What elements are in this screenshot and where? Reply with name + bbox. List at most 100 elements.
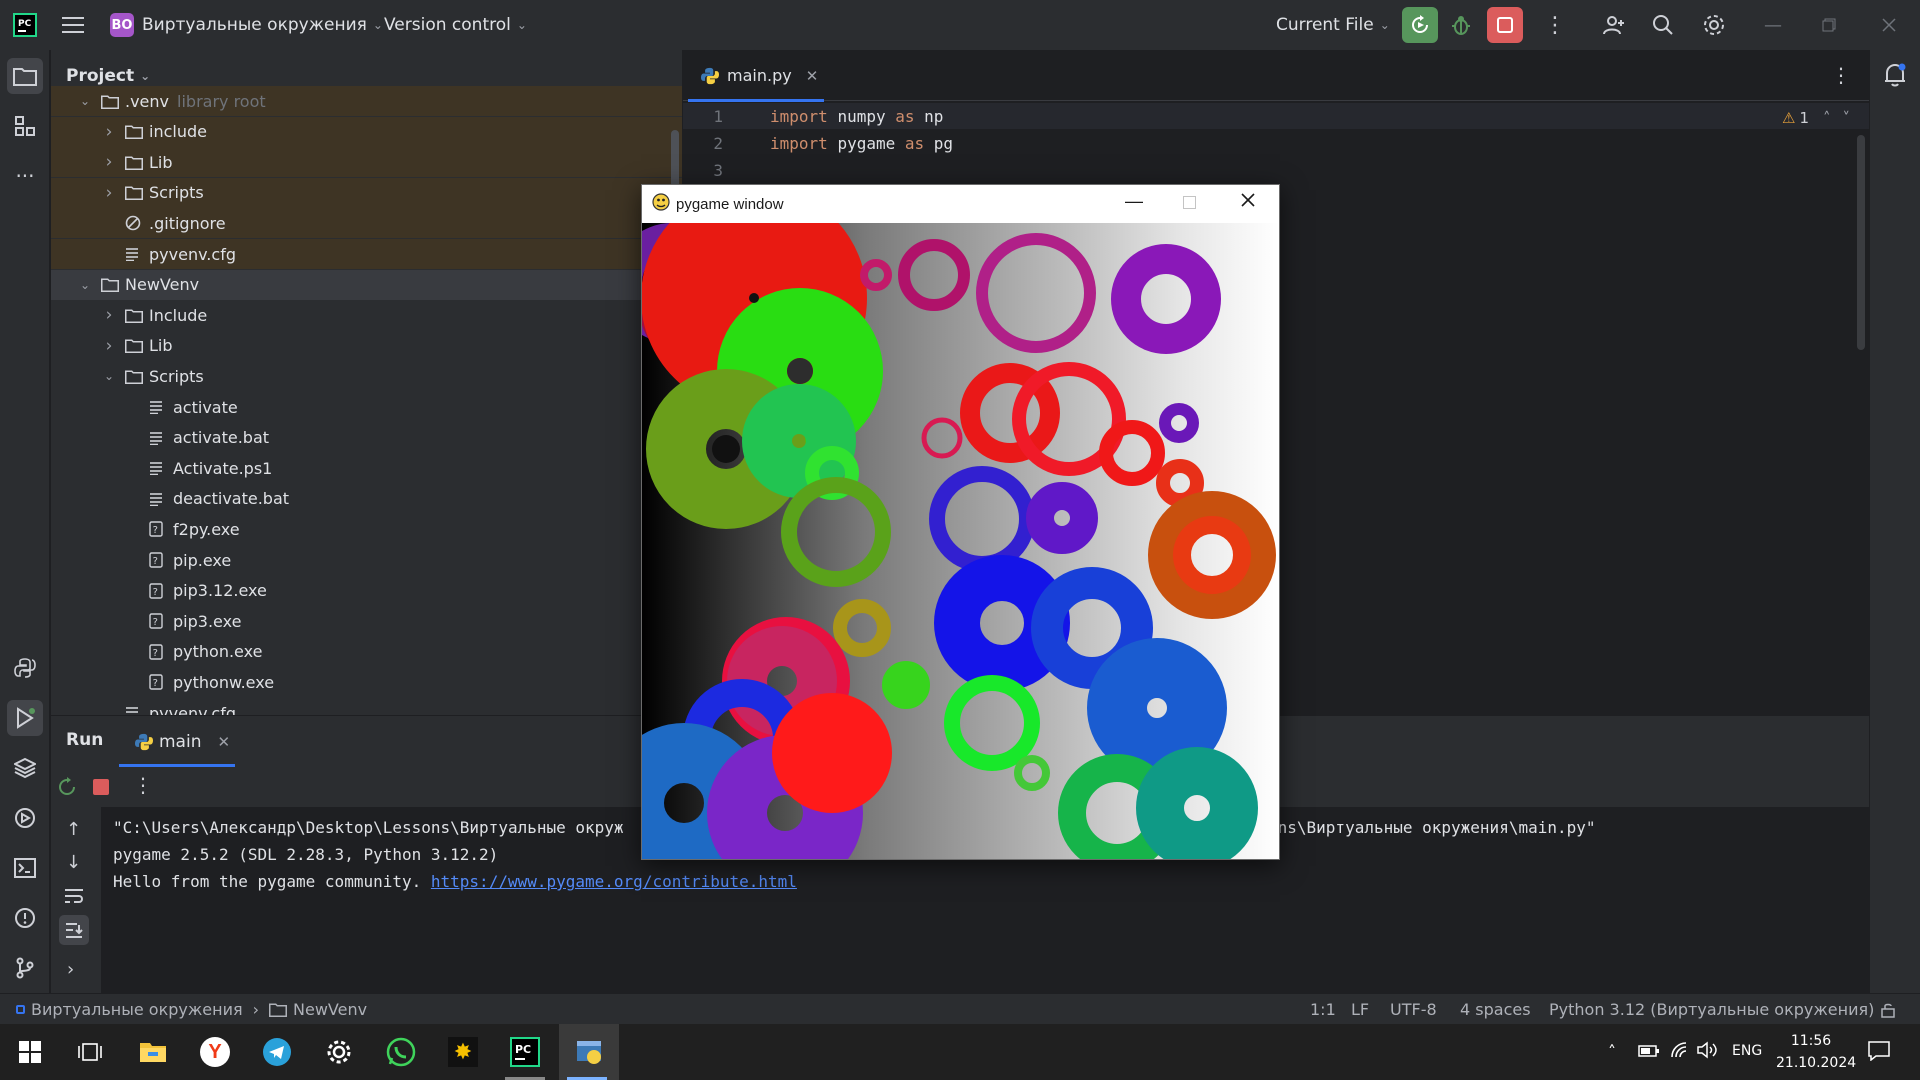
- pygame-canvas[interactable]: [642, 223, 1279, 859]
- git-tool-button[interactable]: [7, 950, 43, 986]
- language-indicator[interactable]: ENG: [1732, 1043, 1762, 1059]
- gear-icon[interactable]: [1702, 0, 1726, 50]
- restore-icon[interactable]: [1822, 0, 1836, 50]
- chevron-up-icon[interactable]: ˄: [1608, 1042, 1616, 1061]
- breadcrumb-folder[interactable]: NewVenv: [293, 1000, 367, 1019]
- chevron-down-icon[interactable]: ˅: [1843, 109, 1851, 127]
- tree-item[interactable]: › Lib: [51, 147, 682, 178]
- tree-item[interactable]: deactivate.bat: [51, 484, 682, 514]
- pygame-window[interactable]: pygame window —: [641, 184, 1280, 860]
- line-separator[interactable]: LF: [1351, 994, 1369, 1025]
- stop-icon[interactable]: [93, 779, 109, 795]
- services-tool-button[interactable]: [7, 800, 43, 836]
- file-encoding[interactable]: UTF-8: [1390, 994, 1437, 1025]
- problems-tool-button[interactable]: [7, 900, 43, 936]
- close-tab-icon[interactable]: ✕: [806, 67, 819, 85]
- indent-setting[interactable]: 4 spaces: [1460, 994, 1531, 1025]
- project-tool-button[interactable]: [7, 58, 43, 94]
- chevron-right-icon[interactable]: ›: [101, 183, 117, 203]
- tree-item[interactable]: › include: [51, 116, 682, 147]
- caret-position[interactable]: 1:1: [1310, 994, 1336, 1025]
- tree-item[interactable]: pyvenv.cfg: [51, 698, 682, 715]
- more-tools-icon[interactable]: ···: [7, 158, 43, 194]
- pycharm-taskbar-icon[interactable]: PC: [497, 1024, 553, 1080]
- app-star-icon[interactable]: ✸: [435, 1024, 491, 1080]
- telegram-icon[interactable]: [249, 1024, 305, 1080]
- speaker-icon[interactable]: [1696, 1041, 1718, 1063]
- close-window-icon[interactable]: [1882, 0, 1896, 50]
- task-view-icon[interactable]: [62, 1024, 118, 1080]
- terminal-tool-button[interactable]: [7, 850, 43, 886]
- clock[interactable]: 11:56 21.10.2024: [1776, 1030, 1856, 1074]
- more-actions-icon[interactable]: ⋮: [133, 773, 153, 797]
- windows-start-icon[interactable]: [2, 1024, 58, 1080]
- tree-item[interactable]: ? pip.exe: [51, 545, 682, 575]
- close-tab-icon[interactable]: ✕: [217, 733, 230, 751]
- project-selector[interactable]: ВО Виртуальные окружения ⌄: [110, 0, 383, 50]
- tree-item[interactable]: activate: [51, 392, 682, 422]
- main-menu-icon[interactable]: [62, 0, 84, 50]
- more-actions-icon[interactable]: ⋮: [1544, 0, 1566, 50]
- run-tool-button[interactable]: [7, 700, 43, 736]
- scroll-to-end-icon[interactable]: [59, 915, 89, 945]
- search-icon[interactable]: [1652, 0, 1674, 50]
- run-tab-main[interactable]: main ✕: [135, 716, 230, 767]
- inspection-widget[interactable]: ⚠ 1 ˄ ˅: [1782, 108, 1850, 128]
- settings-gear-icon[interactable]: [311, 1024, 367, 1080]
- tree-item[interactable]: ? pip3.12.exe: [51, 576, 682, 606]
- whatsapp-icon[interactable]: [373, 1024, 429, 1080]
- code-line-1[interactable]: 1 import numpy as np: [683, 103, 1869, 129]
- arrow-up-icon[interactable]: ↑: [66, 819, 81, 840]
- pygame-window-titlebar[interactable]: pygame window —: [642, 185, 1279, 223]
- tree-item[interactable]: ? pip3.exe: [51, 606, 682, 636]
- pygame-contribute-link[interactable]: https://www.pygame.org/contribute.html: [431, 872, 797, 891]
- chevron-right-icon[interactable]: ›: [67, 959, 74, 980]
- run-config-selector[interactable]: Current File ⌄: [1276, 0, 1390, 50]
- editor-options-icon[interactable]: ⋮: [1831, 63, 1851, 87]
- chevron-down-icon[interactable]: ⌄: [101, 369, 117, 383]
- minimize-icon[interactable]: —: [1125, 191, 1143, 212]
- chevron-down-icon[interactable]: ⌄: [77, 94, 93, 108]
- pycharm-logo-icon[interactable]: PC: [12, 0, 38, 50]
- python-interpreter[interactable]: Python 3.12 (Виртуальные окружения): [1549, 994, 1874, 1025]
- code-line-2[interactable]: 2 import pygame as pg: [683, 130, 1869, 156]
- tree-item[interactable]: › Scripts: [51, 177, 682, 208]
- yandex-browser-icon[interactable]: Y: [187, 1024, 243, 1080]
- tree-item[interactable]: ⌄ .venv library root: [51, 86, 682, 116]
- chevron-right-icon[interactable]: ›: [101, 152, 117, 172]
- structure-tool-button[interactable]: [7, 108, 43, 144]
- rerun-button[interactable]: [1402, 0, 1438, 50]
- tree-item[interactable]: Activate.ps1: [51, 453, 682, 483]
- file-explorer-icon[interactable]: [125, 1024, 181, 1080]
- version-control-menu[interactable]: Version control ⌄: [384, 0, 527, 50]
- tree-item[interactable]: ⌄ Scripts: [51, 361, 682, 391]
- tree-item[interactable]: ? pythonw.exe: [51, 667, 682, 697]
- tree-item[interactable]: › Include: [51, 300, 682, 330]
- chevron-right-icon[interactable]: ›: [101, 122, 117, 142]
- add-user-icon[interactable]: [1602, 0, 1626, 50]
- code-line-3[interactable]: 3: [683, 157, 1869, 183]
- editor-scrollbar[interactable]: [1857, 135, 1865, 350]
- tree-item[interactable]: ? python.exe: [51, 637, 682, 667]
- tree-item[interactable]: › Lib: [51, 331, 682, 361]
- close-icon[interactable]: [1240, 192, 1256, 212]
- lock-icon[interactable]: [1880, 994, 1896, 1025]
- tree-item[interactable]: ⌄ NewVenv: [51, 269, 682, 300]
- tree-item[interactable]: .gitignore: [51, 208, 682, 239]
- chevron-up-icon[interactable]: ˄: [1823, 109, 1831, 127]
- python-console-button[interactable]: [7, 650, 43, 686]
- chevron-down-icon[interactable]: ⌄: [77, 278, 93, 292]
- battery-icon[interactable]: [1638, 1043, 1660, 1063]
- minimize-icon[interactable]: —: [1764, 0, 1782, 50]
- chevron-right-icon[interactable]: ›: [101, 305, 117, 325]
- stop-button[interactable]: [1487, 0, 1523, 50]
- tree-item[interactable]: activate.bat: [51, 423, 682, 453]
- layers-tool-button[interactable]: [7, 750, 43, 786]
- python-taskbar-icon[interactable]: [559, 1024, 619, 1080]
- soft-wrap-icon[interactable]: [64, 887, 84, 909]
- tree-item[interactable]: pyvenv.cfg: [51, 239, 682, 269]
- notifications-icon[interactable]: [1883, 62, 1907, 92]
- tab-main-py[interactable]: main.py ✕: [683, 50, 824, 102]
- notification-center-icon[interactable]: [1868, 1041, 1890, 1065]
- breadcrumb-project[interactable]: Виртуальные окружения: [31, 1000, 243, 1019]
